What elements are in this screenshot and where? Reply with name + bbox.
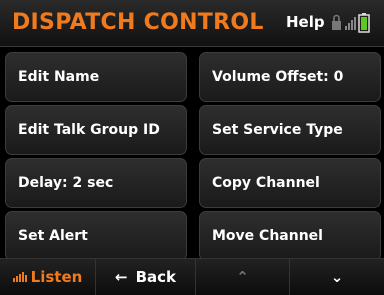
soft-key-bar: Listen ← Back ⌃ ⌄ xyxy=(0,258,384,295)
set-service-type-button[interactable]: Set Service Type xyxy=(199,105,381,155)
back-arrow-icon: ← xyxy=(114,268,128,286)
signal-bars-icon xyxy=(345,17,356,30)
edit-name-button[interactable]: Edit Name xyxy=(5,52,187,102)
lock-icon xyxy=(332,14,341,30)
volume-offset-button[interactable]: Volume Offset: 0 xyxy=(199,52,381,102)
audio-level-icon xyxy=(12,272,27,282)
scroll-down-button[interactable]: ⌄ xyxy=(290,259,384,295)
listen-button[interactable]: Listen xyxy=(0,259,96,295)
help-button[interactable]: Help xyxy=(286,13,325,31)
back-button[interactable]: ← Back xyxy=(96,259,196,295)
status-icons xyxy=(331,9,383,37)
move-channel-button[interactable]: Move Channel xyxy=(199,211,381,261)
copy-channel-button[interactable]: Copy Channel xyxy=(199,158,381,208)
listen-label: Listen xyxy=(30,268,83,286)
chevron-down-icon: ⌄ xyxy=(330,268,344,286)
title-bar: DISPATCH CONTROL Help xyxy=(0,0,384,47)
edit-talk-group-id-button[interactable]: Edit Talk Group ID xyxy=(5,105,187,155)
delay-button[interactable]: Delay: 2 sec xyxy=(5,158,187,208)
page-title: DISPATCH CONTROL xyxy=(12,10,264,35)
back-label: Back xyxy=(135,268,176,286)
battery-icon xyxy=(358,13,370,33)
chevron-up-icon: ⌃ xyxy=(236,268,249,286)
set-alert-button[interactable]: Set Alert xyxy=(5,211,187,261)
scroll-up-button[interactable]: ⌃ xyxy=(196,259,290,295)
